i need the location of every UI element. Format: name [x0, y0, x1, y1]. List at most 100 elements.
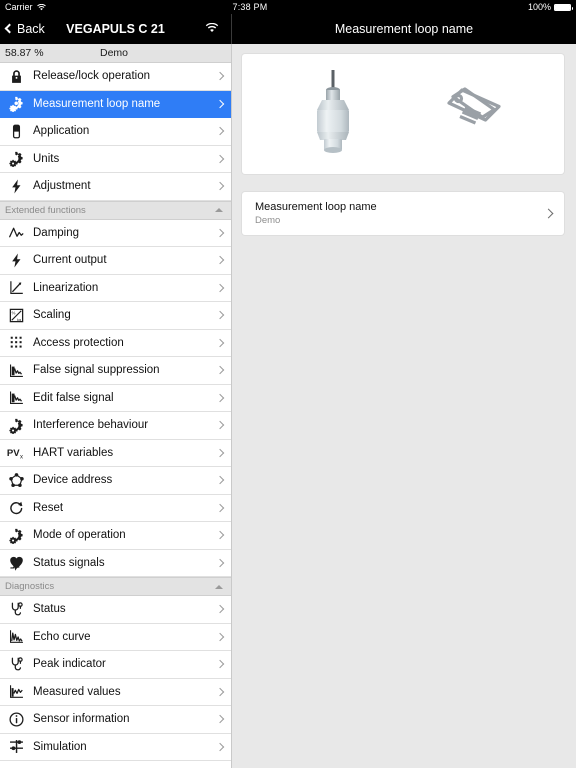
- status-bar: Carrier 7:38 PM 100%: [0, 0, 576, 14]
- bolt-icon: [5, 176, 27, 196]
- chevron-right-icon: [215, 742, 225, 751]
- sidebar-item-current-output[interactable]: Current output: [0, 247, 231, 275]
- echo-curve-icon: [5, 627, 27, 647]
- sidebar-item-status[interactable]: Status: [0, 596, 231, 624]
- price-tag-icon: [447, 87, 501, 125]
- sidebar-item-label: Linearization: [33, 281, 99, 294]
- chevron-right-icon: [215, 605, 225, 614]
- sidebar-item-label: Access protection: [33, 336, 124, 349]
- row-value: Demo: [255, 215, 281, 226]
- measurement-subheader: 58.87 % Demo: [0, 44, 231, 63]
- sidebar-item-linearization[interactable]: Linearization: [0, 274, 231, 302]
- chevron-right-icon: [215, 715, 225, 724]
- sidebar-item-label: Mode of operation: [33, 529, 126, 542]
- section-header-extended-functions[interactable]: Extended functions: [0, 200, 231, 220]
- chevron-right-icon: [215, 660, 225, 669]
- measured-value: 58.87 %: [5, 47, 44, 59]
- sidebar-item-label: HART variables: [33, 446, 114, 459]
- sidebar-item-label: Echo curve: [33, 630, 91, 643]
- sidebar-item-label: Application: [33, 125, 90, 138]
- gears-icon: [5, 149, 27, 169]
- sidebar-item-echo-curve[interactable]: Echo curve: [0, 623, 231, 651]
- chevron-left-icon: [4, 23, 15, 34]
- sidebar-item-label: Status signals: [33, 556, 105, 569]
- section-header-label: Diagnostics: [5, 581, 55, 592]
- sidebar-item-label: Measured values: [33, 685, 121, 698]
- sidebar-item-device-address[interactable]: Device address: [0, 467, 231, 495]
- sidebar-item-application[interactable]: Application: [0, 118, 231, 146]
- sidebar-item-measurement-loop-name[interactable]: Measurement loop name: [0, 90, 231, 118]
- sidebar-item-interference-behaviour[interactable]: Interference behaviour: [0, 412, 231, 440]
- sidebar-item-label: Edit false signal: [33, 391, 114, 404]
- sidebar-item-label: Damping: [33, 226, 80, 239]
- heart-pulse-icon: [5, 553, 27, 573]
- chevron-up-icon[interactable]: [215, 208, 223, 212]
- sidebar-item-label: Scaling: [33, 309, 71, 322]
- sidebar-item-label: Interference behaviour: [33, 419, 149, 432]
- sidebar-item-simulation[interactable]: Simulation: [0, 733, 231, 761]
- sidebar-item-edit-false-signal[interactable]: Edit false signal: [0, 384, 231, 412]
- sidebar-item-damping[interactable]: Damping: [0, 219, 231, 247]
- sidebar-item-false-signal-suppression[interactable]: False signal suppression: [0, 357, 231, 385]
- stethoscope-icon: [5, 654, 27, 674]
- detail-navigation-bar: Measurement loop name: [232, 14, 576, 44]
- measurement-loop-name-row[interactable]: Measurement loop name Demo: [242, 192, 564, 235]
- loop-name-value: Demo: [100, 47, 129, 59]
- chevron-right-icon: [215, 687, 225, 696]
- chevron-up-icon[interactable]: [215, 584, 223, 589]
- sidebar-item-units[interactable]: Units: [0, 145, 231, 173]
- sidebar-item-status-signals[interactable]: Status signals: [0, 549, 231, 577]
- sidebar-item-sensor-information[interactable]: Sensor information: [0, 706, 231, 734]
- sidebar-item-release-lock-operation[interactable]: Release/lock operation: [0, 63, 231, 91]
- sidebar-item-label: Sensor information: [33, 713, 130, 726]
- sidebar-item-peak-indicator[interactable]: Peak indicator: [0, 651, 231, 679]
- chevron-right-icon: [215, 256, 225, 265]
- reset-arrow-icon: [5, 498, 27, 518]
- section-header-label: Extended functions: [5, 204, 86, 216]
- signal-curve-icon: [5, 388, 27, 408]
- measured-chart-icon: [5, 682, 27, 702]
- sidebar-item-adjustment[interactable]: Adjustment: [0, 173, 231, 201]
- sidebar-item-label: Device address: [33, 474, 113, 487]
- sidebar-item-scaling[interactable]: % kg Scaling: [0, 302, 231, 330]
- detail-pane: Measurement loop name Demo: [232, 44, 576, 768]
- wifi-connection-icon[interactable]: [205, 20, 219, 38]
- linear-chart-icon: [5, 278, 27, 298]
- sidebar-item-hart-variables[interactable]: PV x HART variables: [0, 439, 231, 467]
- chevron-right-icon: [215, 476, 225, 485]
- keypad-icon: [5, 333, 27, 353]
- gears-icon: [5, 415, 27, 435]
- back-button[interactable]: Back: [0, 22, 45, 36]
- status-bar-right: 100%: [527, 2, 573, 12]
- network-nodes-icon: [5, 470, 27, 490]
- row-text: Measurement loop name Demo: [255, 201, 377, 226]
- status-bar-clock: 7:38 PM: [232, 2, 268, 12]
- battery-percent-label: 100%: [527, 2, 551, 12]
- slider-icon: [5, 737, 27, 757]
- sidebar-item-label: Adjustment: [33, 180, 91, 193]
- chevron-right-icon: [215, 154, 225, 163]
- sidebar-menu-list[interactable]: Release/lock operation Measurement loop n…: [0, 63, 231, 768]
- sidebar-item-label: Simulation: [33, 740, 87, 753]
- navigation-bar: Back VEGAPULS C 21 Measurement loop name: [0, 14, 576, 44]
- pv-x-icon: PV x: [5, 443, 27, 463]
- sidebar-item-measured-values[interactable]: Measured values: [0, 678, 231, 706]
- chevron-right-icon: [215, 99, 225, 108]
- signal-curve-icon: [5, 360, 27, 380]
- section-header-diagnostics[interactable]: Diagnostics: [0, 577, 231, 596]
- svg-text:PV: PV: [7, 448, 20, 459]
- sidebar-item-mode-of-operation[interactable]: Mode of operation: [0, 522, 231, 550]
- chevron-right-icon: [215, 421, 225, 430]
- waveform-icon: [5, 223, 27, 243]
- chevron-right-icon: [215, 283, 225, 292]
- gears-icon: [5, 94, 27, 114]
- svg-text:kg: kg: [17, 317, 21, 322]
- sidebar-item-access-protection[interactable]: Access protection: [0, 329, 231, 357]
- chevron-right-icon: [215, 182, 225, 191]
- chevron-right-icon: [215, 393, 225, 402]
- sidebar-item-reset[interactable]: Reset: [0, 494, 231, 522]
- chevron-right-icon: [215, 531, 225, 540]
- sidebar-item-label: Peak indicator: [33, 658, 106, 671]
- app-screen: Carrier 7:38 PM 100% Back VEGAPULS C 21: [0, 0, 576, 768]
- gears-icon: [5, 525, 27, 545]
